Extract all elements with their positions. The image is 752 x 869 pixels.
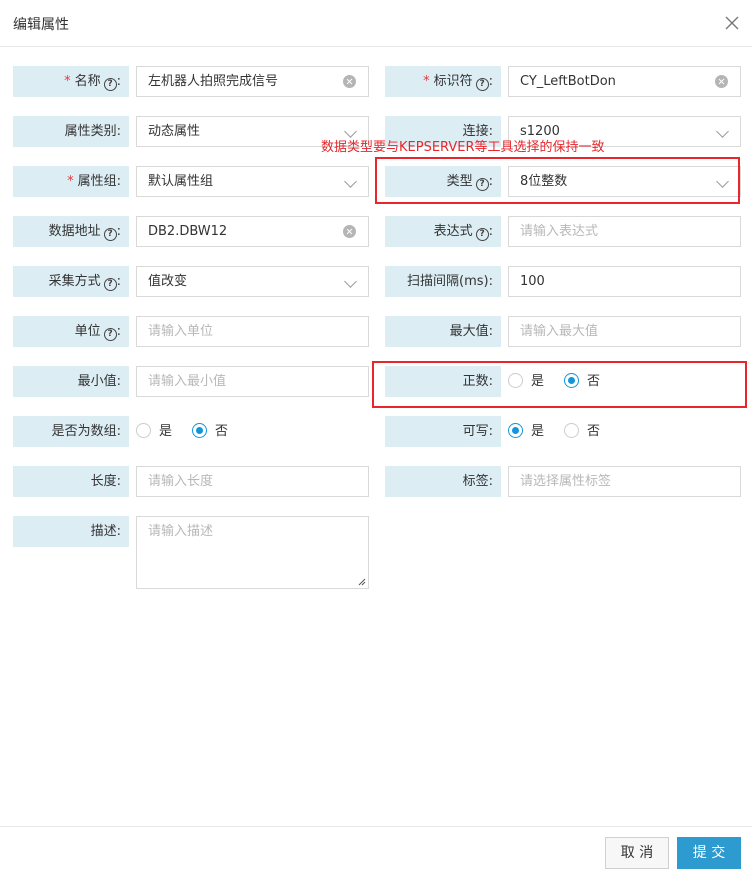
help-icon[interactable]: ?	[103, 278, 117, 291]
is-array-label: 是否为数组:	[13, 416, 129, 447]
description-textarea[interactable]: 请输入描述	[136, 516, 369, 589]
chevron-down-icon	[344, 175, 357, 188]
identifier-label-text: 标识符	[433, 74, 473, 89]
chevron-down-icon	[716, 125, 729, 138]
tags-placeholder: 请选择属性标签	[520, 474, 612, 489]
is-array-no-radio[interactable]	[192, 423, 208, 438]
scan-interval-input[interactable]: 100	[508, 266, 741, 297]
close-icon[interactable]	[722, 13, 742, 33]
attr-group-label-text: 属性组:	[77, 174, 121, 189]
tags-select[interactable]: 请选择属性标签	[508, 466, 741, 497]
length-input[interactable]: 请输入长度	[136, 466, 369, 497]
is-array-yes-radio[interactable]	[136, 423, 151, 438]
highlight-box-type	[375, 157, 740, 204]
required-marker: *	[64, 74, 71, 89]
attr-group-select[interactable]: 默认属性组	[136, 166, 369, 197]
attr-group-value: 默认属性组	[148, 174, 214, 189]
expression-label: 表达式?:	[385, 216, 501, 247]
data-address-label-text: 数据地址	[48, 224, 101, 239]
attr-group-label: * 属性组:	[13, 166, 129, 197]
length-placeholder: 请输入长度	[148, 474, 214, 489]
data-address-label: 数据地址?:	[13, 216, 129, 247]
is-array-no-label: 否	[215, 424, 229, 439]
unit-placeholder: 请输入单位	[148, 324, 214, 339]
identifier-input[interactable]: CY_LeftBotDon	[508, 66, 741, 97]
writable-yes-radio[interactable]	[508, 423, 523, 438]
collect-mode-label: 采集方式?:	[13, 266, 129, 297]
collect-mode-value: 值改变	[148, 274, 188, 289]
clear-icon[interactable]	[715, 75, 728, 88]
unit-input[interactable]: 请输入单位	[136, 316, 369, 347]
is-array-radio-group: 是否	[136, 416, 248, 447]
collect-mode-label-text: 采集方式	[48, 274, 101, 289]
description-placeholder: 请输入描述	[148, 524, 214, 539]
name-label-text: 名称	[74, 74, 101, 89]
scan-interval-label: 扫描间隔(ms):	[385, 266, 501, 297]
expression-placeholder: 请输入表达式	[520, 224, 599, 239]
name-label: * 名称?:	[13, 66, 129, 97]
name-input-value: 左机器人拍照完成信号	[148, 74, 279, 89]
help-icon[interactable]: ?	[475, 78, 489, 91]
help-icon[interactable]: ?	[103, 228, 117, 241]
annotation-text: 数据类型要与KEPSERVER等工具选择的保持一致	[321, 140, 605, 155]
writable-label: 可写:	[385, 416, 501, 447]
min-value-input[interactable]: 请输入最小值	[136, 366, 369, 397]
data-address-input[interactable]: DB2.DBW12	[136, 216, 369, 247]
max-value-input[interactable]: 请输入最大值	[508, 316, 741, 347]
writable-no-radio[interactable]	[564, 423, 580, 438]
length-label: 长度:	[13, 466, 129, 497]
dialog-title: 编辑属性	[13, 17, 69, 33]
description-label: 描述:	[13, 516, 129, 547]
help-icon[interactable]: ?	[103, 328, 117, 341]
name-input[interactable]: 左机器人拍照完成信号	[136, 66, 369, 97]
collect-mode-select[interactable]: 值改变	[136, 266, 369, 297]
required-marker: *	[423, 74, 430, 89]
unit-label: 单位?:	[13, 316, 129, 347]
min-value-label: 最小值:	[13, 366, 129, 397]
help-icon[interactable]: ?	[475, 228, 489, 241]
data-address-value: DB2.DBW12	[148, 224, 228, 239]
identifier-label: * 标识符?:	[385, 66, 501, 97]
identifier-input-value: CY_LeftBotDon	[520, 74, 616, 89]
expression-label-text: 表达式	[433, 224, 473, 239]
scan-interval-value: 100	[520, 274, 545, 289]
cancel-button[interactable]: 取 消	[605, 837, 669, 869]
expression-input[interactable]: 请输入表达式	[508, 216, 741, 247]
is-array-yes-label: 是	[159, 424, 173, 439]
writable-radio-group: 是否	[508, 416, 620, 447]
unit-label-text: 单位	[74, 324, 101, 339]
help-icon[interactable]: ?	[103, 78, 117, 91]
max-value-label: 最大值:	[385, 316, 501, 347]
clear-icon[interactable]	[343, 75, 356, 88]
attr-category-value: 动态属性	[148, 124, 201, 139]
required-marker: *	[67, 174, 74, 189]
writable-yes-label: 是	[531, 424, 545, 439]
chevron-down-icon	[344, 275, 357, 288]
max-value-placeholder: 请输入最大值	[520, 324, 599, 339]
min-value-placeholder: 请输入最小值	[148, 374, 227, 389]
attr-category-label: 属性类别:	[13, 116, 129, 147]
writable-no-label: 否	[587, 424, 601, 439]
resize-grip-icon[interactable]	[358, 578, 366, 586]
tags-label: 标签:	[385, 466, 501, 497]
submit-button[interactable]: 提 交	[677, 837, 741, 869]
highlight-box-positive	[372, 361, 747, 408]
dialog-header: 编辑属性	[0, 0, 752, 47]
clear-icon[interactable]	[343, 225, 356, 238]
dialog-footer: 取 消 提 交	[0, 826, 752, 869]
